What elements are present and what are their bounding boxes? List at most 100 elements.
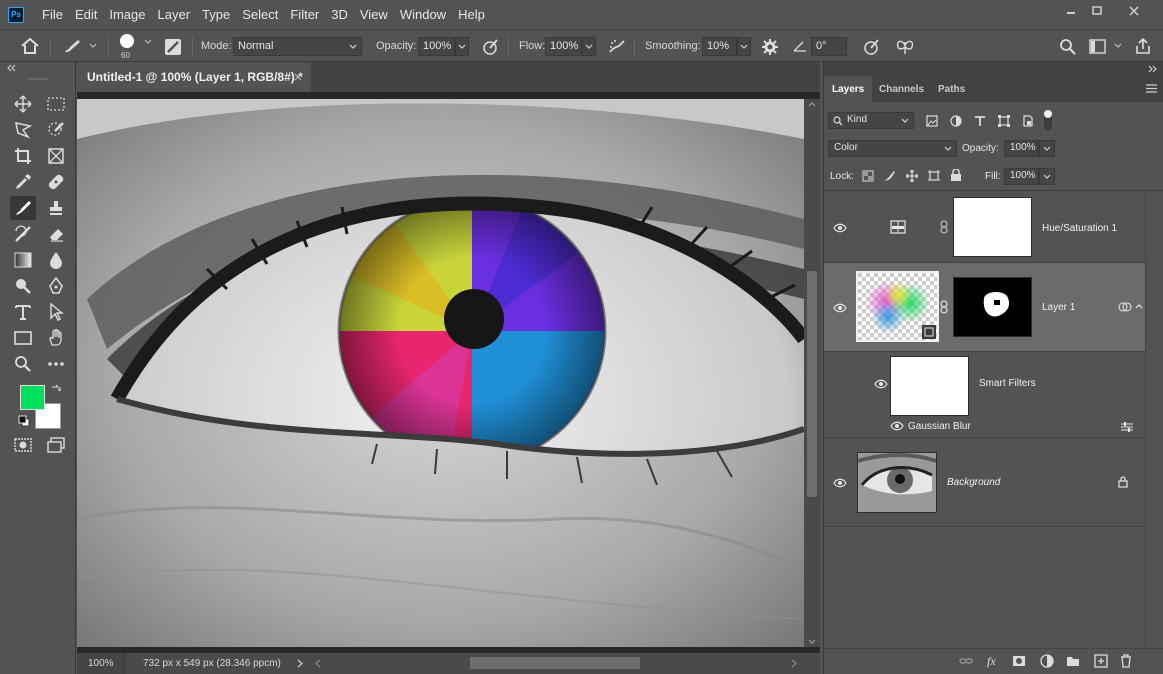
filter-pixel-icon[interactable] bbox=[926, 115, 938, 127]
lock-artboard-icon[interactable] bbox=[928, 170, 940, 182]
path-selection-tool[interactable] bbox=[43, 300, 69, 324]
filter-kind-select[interactable]: Kind bbox=[828, 112, 914, 129]
filter-shape-icon[interactable] bbox=[998, 115, 1010, 127]
clone-stamp-tool[interactable] bbox=[43, 196, 69, 220]
layer-row-smart-filters[interactable]: Smart Filters Gaussian Blur bbox=[824, 352, 1145, 438]
menu-file[interactable]: File bbox=[36, 0, 69, 29]
lasso-tool[interactable] bbox=[10, 118, 36, 142]
layer-1-mask-thumbnail[interactable] bbox=[953, 277, 1032, 337]
hand-tool[interactable] bbox=[43, 326, 69, 350]
smoothing-options-button[interactable] bbox=[761, 38, 779, 56]
frame-tool[interactable] bbox=[43, 144, 69, 168]
background-thumbnail[interactable] bbox=[857, 452, 937, 513]
lock-transparent-icon[interactable] bbox=[862, 170, 874, 182]
history-brush-tool[interactable] bbox=[10, 222, 36, 246]
smoothing-field[interactable]: 10% bbox=[702, 37, 737, 56]
opacity-field[interactable]: 100% bbox=[418, 37, 455, 56]
layer-row-layer-1[interactable]: Layer 1 bbox=[824, 263, 1145, 352]
tab-layers[interactable]: Layers bbox=[824, 76, 873, 102]
angle-field[interactable]: 0° bbox=[811, 37, 847, 56]
default-colors-button[interactable] bbox=[18, 415, 30, 427]
scroll-up-icon[interactable] bbox=[808, 101, 816, 107]
chevron-up-icon[interactable] bbox=[1135, 303, 1143, 309]
menu-type[interactable]: Type bbox=[196, 0, 236, 29]
gradient-tool[interactable] bbox=[10, 248, 36, 272]
layer-opacity-dropdown[interactable] bbox=[1039, 140, 1055, 157]
document-canvas[interactable] bbox=[77, 99, 804, 647]
rectangle-tool[interactable] bbox=[10, 326, 36, 350]
share-button[interactable] bbox=[1134, 37, 1152, 55]
chevron-right-icon[interactable] bbox=[297, 659, 303, 668]
visibility-eye-icon[interactable] bbox=[833, 223, 847, 233]
screen-mode-button[interactable] bbox=[43, 433, 69, 457]
healing-brush-tool[interactable] bbox=[43, 170, 69, 194]
visibility-eye-icon[interactable] bbox=[890, 421, 904, 431]
layer-1-thumbnail[interactable] bbox=[856, 271, 939, 342]
zoom-field[interactable]: 100% bbox=[77, 653, 125, 674]
visibility-eye-icon[interactable] bbox=[874, 379, 888, 389]
eyedropper-tool[interactable] bbox=[10, 170, 36, 194]
fill-dropdown[interactable] bbox=[1039, 168, 1055, 185]
close-tab-icon[interactable] bbox=[294, 73, 302, 81]
panel-menu-icon[interactable] bbox=[1146, 84, 1157, 93]
lock-all-icon[interactable] bbox=[950, 169, 962, 182]
mask-link-icon[interactable] bbox=[940, 220, 948, 234]
menu-window[interactable]: Window bbox=[394, 0, 452, 29]
flow-field[interactable]: 100% bbox=[545, 37, 582, 56]
add-mask-icon[interactable] bbox=[1012, 655, 1026, 667]
new-adjustment-layer-icon[interactable] bbox=[1040, 654, 1054, 668]
pressure-opacity-button[interactable] bbox=[481, 38, 499, 56]
symmetry-button[interactable] bbox=[895, 38, 915, 56]
swap-colors-button[interactable] bbox=[51, 384, 61, 394]
menu-help[interactable]: Help bbox=[452, 0, 491, 29]
brush-settings-button[interactable] bbox=[164, 38, 182, 56]
filter-name[interactable]: Gaussian Blur bbox=[908, 421, 971, 432]
type-tool[interactable] bbox=[10, 300, 36, 324]
visibility-eye-icon[interactable] bbox=[833, 303, 847, 313]
blur-tool[interactable] bbox=[43, 248, 69, 272]
opacity-dropdown[interactable] bbox=[455, 37, 469, 56]
layer-row-background[interactable]: Background bbox=[824, 438, 1145, 527]
home-button[interactable] bbox=[20, 37, 40, 55]
collapse-toolbar-button[interactable] bbox=[6, 63, 18, 73]
menu-edit[interactable]: Edit bbox=[69, 0, 103, 29]
new-layer-icon[interactable] bbox=[1094, 654, 1108, 668]
scroll-right-icon[interactable] bbox=[791, 659, 797, 668]
dodge-tool[interactable] bbox=[10, 274, 36, 298]
blend-mode-select[interactable]: Color bbox=[828, 140, 957, 157]
marquee-tool[interactable] bbox=[43, 92, 69, 116]
lock-pixels-icon[interactable] bbox=[884, 170, 896, 182]
new-group-icon[interactable] bbox=[1066, 655, 1080, 667]
scroll-down-icon[interactable] bbox=[808, 639, 816, 645]
trash-icon[interactable] bbox=[1120, 654, 1132, 668]
fill-field[interactable]: 100% bbox=[1004, 168, 1039, 185]
document-tab[interactable]: Untitled-1 @ 100% (Layer 1, RGB/8#) * bbox=[77, 62, 311, 92]
menu-3d[interactable]: 3D bbox=[325, 0, 354, 29]
move-tool[interactable] bbox=[10, 92, 36, 116]
visibility-eye-icon[interactable] bbox=[833, 478, 847, 488]
foreground-color-swatch[interactable] bbox=[20, 385, 45, 410]
layers-scroll-track[interactable] bbox=[1145, 191, 1163, 656]
menu-select[interactable]: Select bbox=[236, 0, 284, 29]
vertical-scroll-thumb[interactable] bbox=[807, 271, 817, 497]
brush-size-picker[interactable]: 60 bbox=[117, 32, 157, 62]
mask-link-icon[interactable] bbox=[940, 300, 948, 314]
vertical-scrollbar[interactable] bbox=[804, 99, 820, 647]
brush-tool[interactable] bbox=[10, 196, 36, 220]
fx-icon[interactable]: fx bbox=[986, 654, 1002, 668]
layer-name[interactable]: Hue/Saturation 1 bbox=[1042, 223, 1117, 234]
menu-layer[interactable]: Layer bbox=[152, 0, 197, 29]
tab-channels[interactable]: Channels bbox=[871, 76, 932, 102]
layer-name[interactable]: Smart Filters bbox=[979, 378, 1036, 389]
layer-opacity-field[interactable]: 100% bbox=[1004, 140, 1039, 157]
double-chevron-right-icon[interactable] bbox=[1146, 64, 1158, 74]
filter-blending-options-icon[interactable] bbox=[1121, 422, 1133, 432]
zoom-tool[interactable] bbox=[10, 352, 36, 376]
airbrush-button[interactable] bbox=[607, 38, 627, 56]
crop-tool[interactable] bbox=[10, 144, 36, 168]
link-layers-icon[interactable] bbox=[959, 656, 973, 666]
menu-image[interactable]: Image bbox=[103, 0, 151, 29]
quick-selection-tool[interactable] bbox=[43, 118, 69, 142]
filter-type-icon[interactable] bbox=[974, 115, 986, 127]
layer-row-hue-saturation[interactable]: Hue/Saturation 1 bbox=[824, 191, 1145, 263]
